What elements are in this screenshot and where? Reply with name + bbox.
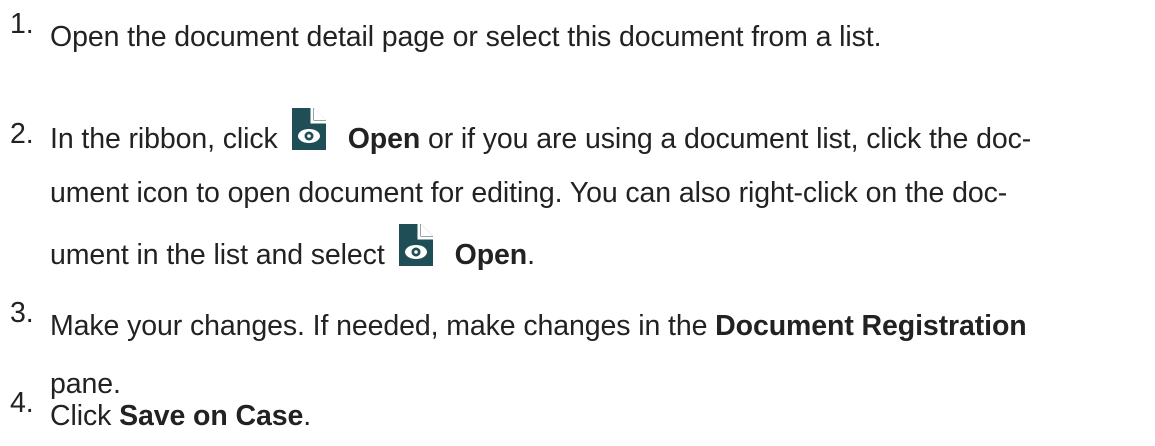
step-number: 3. — [10, 297, 34, 329]
step-3-line-1-before: Make your changes. If needed, make chang… — [50, 310, 716, 342]
open-command-label: Open — [347, 123, 421, 155]
document-open-icon — [398, 222, 433, 266]
step-number: 4. — [10, 387, 34, 419]
step-number: 1. — [10, 8, 34, 40]
step-4-before: Click — [50, 400, 120, 432]
step-3-line-1: Make your changes. If needed, make chang… — [50, 297, 1150, 355]
step-2-line-1-after: or if you are using a document list, cli… — [420, 123, 1032, 155]
document-registration-label: Document Registration — [715, 310, 1027, 342]
step-2-line-3-after: . — [527, 239, 535, 271]
step-text: Open the document detail page or select … — [50, 8, 1150, 66]
step-2-line-1: In the ribbon, click Open or if you are u… — [50, 106, 1150, 164]
step-2-line-2: ument icon to open document for editing.… — [50, 177, 1008, 209]
step-2-line-3-before: ument in the list and select — [50, 239, 385, 271]
step-4-after: . — [303, 400, 312, 432]
step-2-line-1-before: In the ribbon, click — [50, 123, 278, 155]
step-text: In the ribbon, click Open or if you are u… — [50, 106, 1150, 280]
step-2-line-3: ument in the list and select Open. — [50, 222, 1150, 280]
step-1-text: Open the document detail page or select … — [50, 21, 882, 53]
step-4-line-1: Click Save on Case. — [50, 387, 1150, 445]
step-text: Click Save on Case. — [50, 387, 1150, 445]
step-number: 2. — [10, 118, 34, 150]
document-open-icon — [291, 106, 326, 150]
open-command-label: Open — [454, 239, 528, 271]
save-on-case-label: Save on Case — [119, 400, 304, 432]
